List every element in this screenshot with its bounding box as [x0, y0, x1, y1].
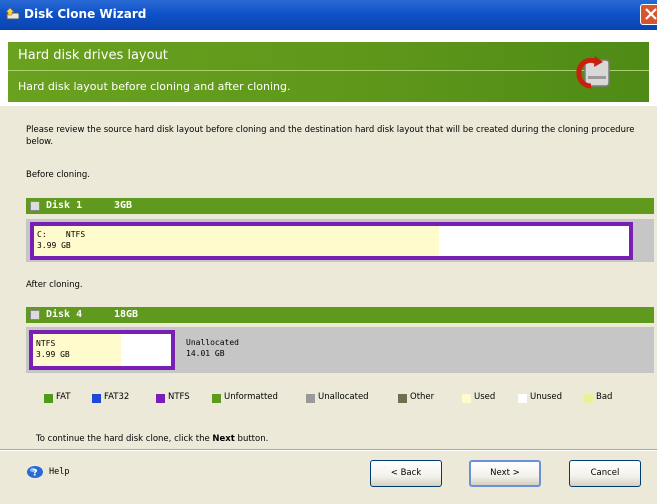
next-button[interactable]: Next > [469, 460, 541, 487]
legend-swatch [156, 394, 165, 403]
close-icon [645, 8, 657, 20]
disk-4-layout: NTFS 3.99 GB Unallocated 14.01 GB [26, 327, 654, 373]
legend-swatch [306, 394, 315, 403]
header-title: Hard disk drives layout [18, 48, 168, 63]
partition-drive: C: [37, 230, 47, 239]
partition-fs: NTFS [36, 339, 56, 348]
disk-icon [30, 201, 40, 211]
app-icon [5, 7, 20, 20]
legend-label: Unallocated [318, 392, 369, 402]
svg-text:?: ? [32, 469, 37, 479]
back-button[interactable]: < Back [370, 460, 442, 487]
disk-4-header: Disk 4 18GB [26, 307, 654, 323]
disk-name: Disk 1 [46, 200, 83, 211]
partition-ntfs[interactable]: NTFS 3.99 GB [29, 330, 175, 370]
partition-ntfs-label: NTFS 3.99 GB [36, 338, 70, 360]
disk-clone-icon [576, 56, 610, 89]
header-divider [8, 70, 649, 71]
legend-swatch [518, 394, 527, 403]
unallocated-space[interactable]: Unallocated 14.01 GB [186, 337, 239, 359]
partition-size: 3.99 GB [37, 241, 71, 250]
disk-icon [30, 310, 40, 320]
title-bar: Disk Clone Wizard [0, 0, 657, 30]
header-subtitle: Hard disk layout before cloning and afte… [18, 80, 291, 93]
unallocated-label: Unallocated [186, 338, 239, 347]
legend-label: Bad [596, 392, 613, 402]
disk-1-layout: C: NTFS 3.99 GB [26, 219, 654, 262]
continue-instruction: To continue the hard disk clone, click t… [36, 434, 268, 444]
legend-label: NTFS [168, 392, 190, 402]
legend-swatch [44, 394, 53, 403]
disk-size: 18GB [114, 309, 139, 320]
continue-text-start: To continue the hard disk clone, click t… [36, 434, 213, 444]
legend-swatch [584, 394, 593, 403]
legend-label: Unformatted [224, 392, 278, 402]
legend-swatch [92, 394, 101, 403]
disk-name: Disk 4 [46, 309, 83, 320]
used-space-bar [34, 226, 439, 256]
legend-label: Used [474, 392, 496, 402]
continue-text-next: Next [212, 434, 235, 444]
legend-label: Unused [530, 392, 563, 402]
after-cloning-label: After cloning. [26, 280, 83, 290]
footer-divider-highlight [0, 450, 657, 451]
legend-swatch [398, 394, 407, 403]
header-banner: Hard disk drives layout Hard disk layout… [8, 42, 649, 102]
legend-swatch [462, 394, 471, 403]
legend-swatch [212, 394, 221, 403]
legend-label: Other [410, 392, 435, 402]
window-title: Disk Clone Wizard [24, 7, 147, 21]
help-icon[interactable]: ? [26, 465, 44, 479]
partition-fs: NTFS [65, 230, 86, 239]
partition-size: 3.99 GB [36, 350, 70, 359]
continue-text-end: button. [234, 434, 269, 444]
unallocated-size: 14.01 GB [186, 349, 225, 358]
close-button[interactable] [640, 4, 657, 25]
disk-clone-wizard-window: Disk Clone Wizard Hard disk drives layou… [0, 0, 657, 504]
instructions-text: Please review the source hard disk layou… [26, 125, 635, 147]
before-cloning-label: Before cloning. [26, 170, 90, 180]
cancel-button[interactable]: Cancel [569, 460, 641, 487]
disk-1-header: Disk 1 3GB [26, 198, 654, 214]
disk-size: 3GB [114, 200, 133, 211]
help-link[interactable]: Help [49, 467, 69, 477]
partition-c[interactable]: C: NTFS 3.99 GB [30, 222, 633, 260]
legend-label: FAT32 [104, 392, 130, 402]
partition-c-label: C: NTFS 3.99 GB [37, 229, 85, 251]
legend-label: FAT [56, 392, 71, 402]
wizard-header: Hard disk drives layout Hard disk layout… [0, 30, 657, 106]
